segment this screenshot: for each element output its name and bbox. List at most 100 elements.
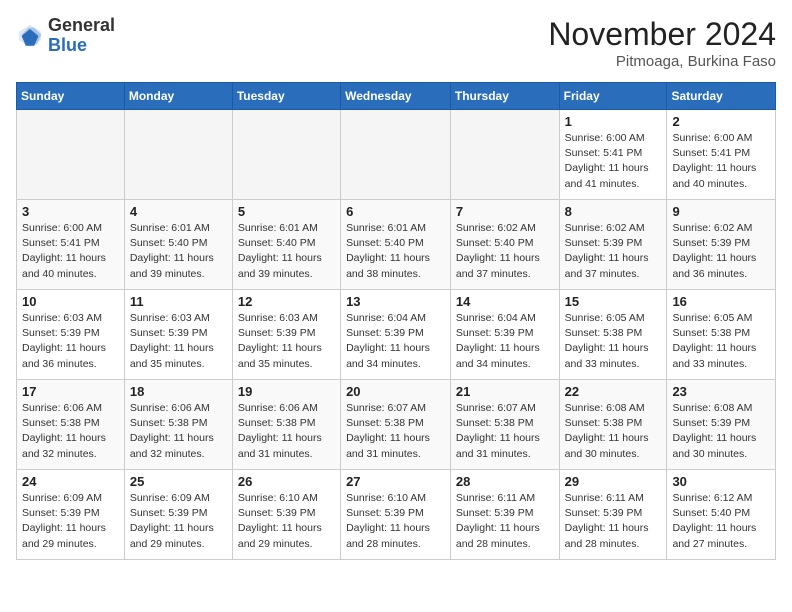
calendar-cell: 15Sunrise: 6:05 AM Sunset: 5:38 PM Dayli… (559, 290, 667, 380)
logo-blue-text: Blue (48, 36, 115, 56)
day-info: Sunrise: 6:08 AM Sunset: 5:39 PM Dayligh… (672, 401, 770, 462)
logo-text: General Blue (48, 16, 115, 56)
day-number: 14 (456, 294, 554, 309)
day-number: 12 (238, 294, 335, 309)
logo: General Blue (16, 16, 115, 56)
calendar-cell: 7Sunrise: 6:02 AM Sunset: 5:40 PM Daylig… (450, 200, 559, 290)
day-number: 16 (672, 294, 770, 309)
calendar-cell: 22Sunrise: 6:08 AM Sunset: 5:38 PM Dayli… (559, 380, 667, 470)
day-number: 29 (565, 474, 662, 489)
day-info: Sunrise: 6:07 AM Sunset: 5:38 PM Dayligh… (456, 401, 554, 462)
calendar-cell: 8 Sunrise: 6:02 AM Sunset: 5:39 PM Daylig… (559, 200, 667, 290)
day-number: 3 (22, 204, 119, 219)
day-number: 18 (130, 384, 227, 399)
day-info: Sunrise: 6:01 AM Sunset: 5:40 PM Dayligh… (346, 221, 445, 282)
weekday-monday: Monday (124, 83, 232, 110)
calendar-cell: 24 Sunrise: 6:09 AM Sunset: 5:39 PM Dayli… (17, 470, 125, 560)
day-number: 17 (22, 384, 119, 399)
day-info: Sunrise: 6:06 AM Sunset: 5:38 PM Dayligh… (130, 401, 227, 462)
weekday-friday: Friday (559, 83, 667, 110)
day-number: 23 (672, 384, 770, 399)
calendar-cell: 19 Sunrise: 6:06 AM Sunset: 5:38 PM Dayli… (232, 380, 340, 470)
day-info: Sunrise: 6:00 AM Sunset: 5:41 PM Dayligh… (565, 131, 662, 192)
calendar-cell: 16 Sunrise: 6:05 AM Sunset: 5:38 PM Dayli… (667, 290, 776, 380)
calendar-cell: 26 Sunrise: 6:10 AM Sunset: 5:39 PM Dayli… (232, 470, 340, 560)
day-info: Sunrise: 6:09 AM Sunset: 5:39 PM Dayligh… (130, 491, 227, 552)
day-info: Sunrise: 6:04 AM Sunset: 5:39 PM Dayligh… (456, 311, 554, 372)
day-number: 19 (238, 384, 335, 399)
day-info: Sunrise: 6:12 AM Sunset: 5:40 PM Dayligh… (672, 491, 770, 552)
day-info: Sunrise: 6:00 AM Sunset: 5:41 PM Dayligh… (672, 131, 770, 192)
weekday-header-row: SundayMondayTuesdayWednesdayThursdayFrid… (17, 83, 776, 110)
calendar-cell: 25Sunrise: 6:09 AM Sunset: 5:39 PM Dayli… (124, 470, 232, 560)
day-info: Sunrise: 6:09 AM Sunset: 5:39 PM Dayligh… (22, 491, 119, 552)
location-subtitle: Pitmoaga, Burkina Faso (548, 53, 776, 70)
day-info: Sunrise: 6:02 AM Sunset: 5:39 PM Dayligh… (565, 221, 662, 282)
day-number: 24 (22, 474, 119, 489)
week-row-5: 24 Sunrise: 6:09 AM Sunset: 5:39 PM Dayli… (17, 470, 776, 560)
calendar-cell: 2 Sunrise: 6:00 AM Sunset: 5:41 PM Daylig… (667, 110, 776, 200)
day-number: 26 (238, 474, 335, 489)
calendar-cell: 21 Sunrise: 6:07 AM Sunset: 5:38 PM Dayli… (450, 380, 559, 470)
day-number: 9 (672, 204, 770, 219)
day-info: Sunrise: 6:06 AM Sunset: 5:38 PM Dayligh… (238, 401, 335, 462)
calendar-cell: 13 Sunrise: 6:04 AM Sunset: 5:39 PM Dayli… (341, 290, 451, 380)
week-row-2: 3Sunrise: 6:00 AM Sunset: 5:41 PM Daylig… (17, 200, 776, 290)
weekday-thursday: Thursday (450, 83, 559, 110)
calendar-body: 1 Sunrise: 6:00 AM Sunset: 5:41 PM Daylig… (17, 110, 776, 560)
page-header: General Blue November 2024 Pitmoaga, Bur… (16, 16, 776, 70)
day-info: Sunrise: 6:03 AM Sunset: 5:39 PM Dayligh… (22, 311, 119, 372)
calendar-cell: 23 Sunrise: 6:08 AM Sunset: 5:39 PM Dayli… (667, 380, 776, 470)
day-info: Sunrise: 6:06 AM Sunset: 5:38 PM Dayligh… (22, 401, 119, 462)
day-info: Sunrise: 6:10 AM Sunset: 5:39 PM Dayligh… (238, 491, 335, 552)
day-info: Sunrise: 6:04 AM Sunset: 5:39 PM Dayligh… (346, 311, 445, 372)
calendar-cell: 14 Sunrise: 6:04 AM Sunset: 5:39 PM Dayli… (450, 290, 559, 380)
day-number: 13 (346, 294, 445, 309)
calendar-cell (17, 110, 125, 200)
calendar-table: SundayMondayTuesdayWednesdayThursdayFrid… (16, 82, 776, 560)
day-number: 28 (456, 474, 554, 489)
day-number: 22 (565, 384, 662, 399)
weekday-sunday: Sunday (17, 83, 125, 110)
day-info: Sunrise: 6:10 AM Sunset: 5:39 PM Dayligh… (346, 491, 445, 552)
calendar-cell (450, 110, 559, 200)
day-info: Sunrise: 6:05 AM Sunset: 5:38 PM Dayligh… (672, 311, 770, 372)
week-row-3: 10 Sunrise: 6:03 AM Sunset: 5:39 PM Dayli… (17, 290, 776, 380)
calendar-cell: 28 Sunrise: 6:11 AM Sunset: 5:39 PM Dayli… (450, 470, 559, 560)
day-number: 1 (565, 114, 662, 129)
calendar-cell: 6Sunrise: 6:01 AM Sunset: 5:40 PM Daylig… (341, 200, 451, 290)
calendar-cell: 17 Sunrise: 6:06 AM Sunset: 5:38 PM Dayli… (17, 380, 125, 470)
calendar-cell: 30Sunrise: 6:12 AM Sunset: 5:40 PM Dayli… (667, 470, 776, 560)
month-title: November 2024 (548, 16, 776, 53)
day-number: 11 (130, 294, 227, 309)
title-block: November 2024 Pitmoaga, Burkina Faso (548, 16, 776, 70)
logo-icon (16, 22, 44, 50)
day-number: 10 (22, 294, 119, 309)
calendar-cell: 1 Sunrise: 6:00 AM Sunset: 5:41 PM Daylig… (559, 110, 667, 200)
day-number: 20 (346, 384, 445, 399)
day-info: Sunrise: 6:02 AM Sunset: 5:39 PM Dayligh… (672, 221, 770, 282)
day-info: Sunrise: 6:03 AM Sunset: 5:39 PM Dayligh… (130, 311, 227, 372)
day-number: 21 (456, 384, 554, 399)
calendar-cell: 27 Sunrise: 6:10 AM Sunset: 5:39 PM Dayli… (341, 470, 451, 560)
day-info: Sunrise: 6:02 AM Sunset: 5:40 PM Dayligh… (456, 221, 554, 282)
day-info: Sunrise: 6:01 AM Sunset: 5:40 PM Dayligh… (238, 221, 335, 282)
day-info: Sunrise: 6:01 AM Sunset: 5:40 PM Dayligh… (130, 221, 227, 282)
day-info: Sunrise: 6:07 AM Sunset: 5:38 PM Dayligh… (346, 401, 445, 462)
calendar-cell: 11 Sunrise: 6:03 AM Sunset: 5:39 PM Dayli… (124, 290, 232, 380)
weekday-saturday: Saturday (667, 83, 776, 110)
calendar-cell: 10 Sunrise: 6:03 AM Sunset: 5:39 PM Dayli… (17, 290, 125, 380)
day-number: 2 (672, 114, 770, 129)
logo-general-text: General (48, 16, 115, 36)
calendar-cell: 4 Sunrise: 6:01 AM Sunset: 5:40 PM Daylig… (124, 200, 232, 290)
day-info: Sunrise: 6:11 AM Sunset: 5:39 PM Dayligh… (456, 491, 554, 552)
day-number: 15 (565, 294, 662, 309)
week-row-4: 17 Sunrise: 6:06 AM Sunset: 5:38 PM Dayli… (17, 380, 776, 470)
day-info: Sunrise: 6:11 AM Sunset: 5:39 PM Dayligh… (565, 491, 662, 552)
day-number: 4 (130, 204, 227, 219)
day-info: Sunrise: 6:03 AM Sunset: 5:39 PM Dayligh… (238, 311, 335, 372)
calendar-cell: 12 Sunrise: 6:03 AM Sunset: 5:39 PM Dayli… (232, 290, 340, 380)
day-number: 27 (346, 474, 445, 489)
day-number: 8 (565, 204, 662, 219)
calendar-cell: 5Sunrise: 6:01 AM Sunset: 5:40 PM Daylig… (232, 200, 340, 290)
